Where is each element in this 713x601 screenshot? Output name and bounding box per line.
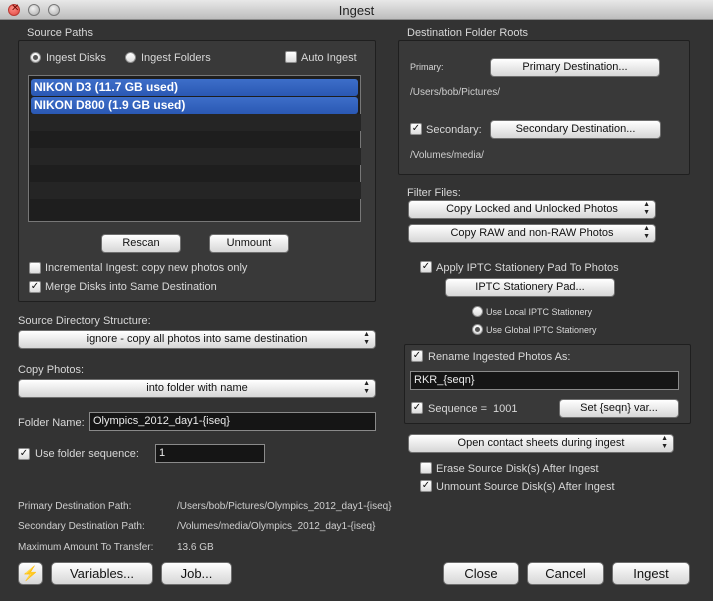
secondary-destination-button[interactable]: Secondary Destination... — [490, 120, 661, 139]
secondary-checkbox[interactable]: ✓ — [410, 123, 422, 135]
contact-sheets-popup[interactable]: Open contact sheets during ingest ▲ ▼ — [408, 434, 674, 453]
apply-iptc-checkbox[interactable]: ✓ — [420, 261, 432, 273]
use-local-iptc-label: Use Local IPTC Stationery — [486, 307, 593, 317]
secondary-path: /Volumes/media/ — [410, 150, 484, 161]
merge-disks-checkbox[interactable]: ✓ — [29, 281, 41, 293]
copy-photos-value: into folder with name — [146, 382, 248, 394]
use-global-iptc-radio[interactable] — [472, 324, 483, 335]
list-stripe — [30, 182, 361, 199]
list-stripe — [30, 114, 361, 131]
merge-disks-label: Merge Disks into Same Destination — [45, 281, 217, 293]
max-transfer-value: 13.6 GB — [177, 542, 214, 553]
copy-photos-popup[interactable]: into folder with name ▲ ▼ — [18, 379, 376, 398]
ingest-folders-label: Ingest Folders — [141, 52, 211, 64]
list-item[interactable]: NIKON D800 (1.9 GB used) — [31, 97, 358, 114]
folder-sequence-checkbox[interactable]: ✓ — [18, 448, 30, 460]
copy-photos-label: Copy Photos: — [18, 364, 85, 376]
sequence-label: Sequence = — [428, 403, 488, 415]
contact-sheets-value: Open contact sheets during ingest — [457, 437, 625, 449]
sequence-checkbox[interactable]: ✓ — [411, 402, 423, 414]
lightning-button[interactable]: ⚡ — [18, 562, 43, 585]
list-item[interactable]: NIKON D3 (11.7 GB used) — [31, 79, 358, 96]
secondary-label: Secondary: — [426, 124, 482, 136]
primary-destination-button[interactable]: Primary Destination... — [490, 58, 660, 77]
destination-heading: Destination Folder Roots — [407, 27, 529, 39]
rename-pattern-field[interactable]: RKR_{seqn} — [410, 371, 679, 390]
job-button[interactable]: Job... — [161, 562, 232, 585]
auto-ingest-checkbox[interactable] — [285, 51, 297, 63]
erase-source-label: Erase Source Disk(s) After Ingest — [436, 463, 599, 475]
folder-name-field[interactable]: Olympics_2012_day1-{iseq} — [89, 412, 376, 431]
apply-iptc-label: Apply IPTC Stationery Pad To Photos — [436, 262, 619, 274]
ingest-disks-label: Ingest Disks — [46, 52, 106, 64]
sequence-value: 1001 — [493, 403, 518, 415]
window-title: Ingest — [338, 3, 375, 18]
popup-arrows-icon: ▲ ▼ — [363, 331, 370, 346]
auto-ingest-label: Auto Ingest — [301, 52, 357, 64]
folder-sequence-label: Use folder sequence: — [35, 448, 139, 460]
close-button[interactable]: Close — [443, 562, 519, 585]
primary-label: Primary: — [410, 62, 444, 72]
primary-dest-path-value: /Users/bob/Pictures/Olympics_2012_day1-{… — [177, 501, 392, 512]
ingest-button[interactable]: Ingest — [612, 562, 690, 585]
primary-dest-path-label: Primary Destination Path: — [18, 501, 132, 512]
popup-arrows-icon: ▲ ▼ — [661, 435, 668, 450]
raw-filter-popup[interactable]: Copy RAW and non-RAW Photos ▲ ▼ — [408, 224, 656, 243]
raw-filter-value: Copy RAW and non-RAW Photos — [450, 227, 614, 239]
popup-arrows-icon: ▲ ▼ — [643, 225, 650, 240]
secondary-dest-path-value: /Volumes/media/Olympics_2012_day1-{iseq} — [177, 521, 376, 532]
title-bar: ✕ Ingest — [0, 0, 713, 20]
ingest-folders-radio[interactable] — [125, 52, 136, 63]
locked-filter-value: Copy Locked and Unlocked Photos — [446, 203, 618, 215]
variables-button[interactable]: Variables... — [51, 562, 153, 585]
erase-source-checkbox[interactable] — [420, 462, 432, 474]
popup-arrows-icon: ▲ ▼ — [363, 380, 370, 395]
use-global-iptc-label: Use Global IPTC Stationery — [486, 325, 597, 335]
unmount-button[interactable]: Unmount — [209, 234, 289, 253]
lightning-icon: ⚡ — [21, 565, 40, 581]
rename-checkbox[interactable]: ✓ — [411, 350, 423, 362]
rescan-button[interactable]: Rescan — [101, 234, 181, 253]
filter-files-label: Filter Files: — [407, 187, 461, 199]
locked-filter-popup[interactable]: Copy Locked and Unlocked Photos ▲ ▼ — [408, 200, 656, 219]
unmount-after-label: Unmount Source Disk(s) After Ingest — [436, 481, 615, 493]
unmount-after-checkbox[interactable]: ✓ — [420, 480, 432, 492]
structure-value: ignore - copy all photos into same desti… — [86, 333, 308, 345]
ingest-disks-radio[interactable] — [30, 52, 41, 63]
secondary-dest-path-label: Secondary Destination Path: — [18, 521, 145, 532]
structure-popup[interactable]: ignore - copy all photos into same desti… — [18, 330, 376, 349]
rename-label: Rename Ingested Photos As: — [428, 351, 571, 363]
set-seqn-var-button[interactable]: Set {seqn} var... — [559, 399, 679, 418]
folder-name-label: Folder Name: — [18, 417, 85, 429]
cancel-button[interactable]: Cancel — [527, 562, 604, 585]
iptc-stationery-pad-button[interactable]: IPTC Stationery Pad... — [445, 278, 615, 297]
folder-sequence-field[interactable]: 1 — [155, 444, 265, 463]
source-disk-list[interactable]: NIKON D3 (11.7 GB used) NIKON D800 (1.9 … — [28, 75, 361, 222]
primary-path: /Users/bob/Pictures/ — [410, 87, 501, 98]
max-transfer-label: Maximum Amount To Transfer: — [18, 542, 154, 553]
popup-arrows-icon: ▲ ▼ — [643, 201, 650, 216]
use-local-iptc-radio[interactable] — [472, 306, 483, 317]
incremental-ingest-checkbox[interactable] — [29, 262, 41, 274]
source-paths-heading: Source Paths — [27, 27, 94, 39]
incremental-ingest-label: Incremental Ingest: copy new photos only — [45, 262, 248, 274]
ingest-window: ✕ Ingest Source Paths Ingest Disks Inges… — [0, 0, 713, 601]
list-stripe — [30, 148, 361, 165]
structure-label: Source Directory Structure: — [18, 315, 151, 327]
